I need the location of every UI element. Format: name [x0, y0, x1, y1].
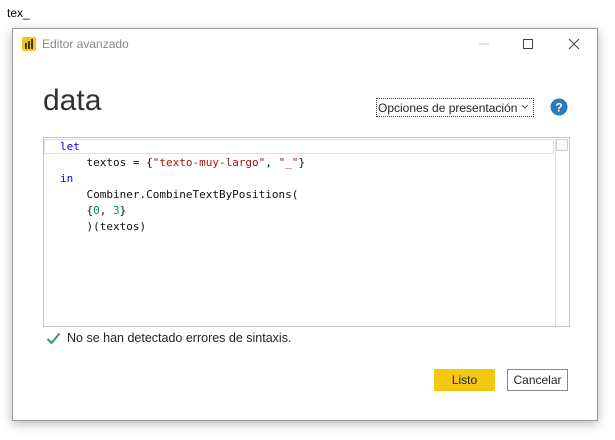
query-name-title: data	[43, 84, 102, 117]
display-options-dropdown[interactable]: Opciones de presentación	[376, 98, 534, 117]
close-icon	[568, 38, 580, 50]
window-title: Editor avanzado	[42, 37, 129, 51]
code-line: {0, 3}	[60, 204, 127, 217]
check-icon	[46, 332, 61, 344]
code-line: )(textos)	[60, 220, 147, 233]
close-button[interactable]	[559, 32, 589, 56]
code-line: textos = {"texto-muy-largo", "_"}	[60, 156, 306, 169]
svg-text:?: ?	[555, 101, 562, 115]
maximize-button[interactable]	[513, 32, 543, 56]
done-button[interactable]: Listo	[434, 369, 495, 391]
chevron-down-icon	[521, 104, 529, 109]
minimize-button[interactable]	[469, 32, 499, 56]
background-window-text: tex_	[7, 6, 30, 20]
scrollbar-corner	[556, 139, 568, 151]
code-content[interactable]: let textos = {"texto-muy-largo", "_"} in …	[60, 139, 305, 235]
minimize-icon	[479, 43, 489, 45]
advanced-editor-dialog: Editor avanzado data Opciones de present…	[12, 28, 598, 421]
syntax-status: No se han detectado errores de sintaxis.	[46, 331, 291, 345]
syntax-status-message: No se han detectado errores de sintaxis.	[67, 331, 292, 345]
cancel-button[interactable]: Cancelar	[507, 369, 568, 391]
maximize-icon	[523, 39, 533, 49]
code-line: in	[60, 172, 74, 185]
code-line: let	[60, 140, 80, 153]
code-line: Combiner.CombineTextByPositions(	[60, 188, 299, 201]
title-bar[interactable]: Editor avanzado	[13, 29, 597, 59]
power-bi-icon	[22, 37, 36, 51]
help-icon[interactable]: ?	[550, 98, 568, 116]
display-options-label: Opciones de presentación	[378, 100, 518, 115]
code-editor[interactable]: let textos = {"texto-muy-largo", "_"} in …	[43, 137, 570, 327]
vertical-scrollbar[interactable]	[555, 138, 569, 326]
